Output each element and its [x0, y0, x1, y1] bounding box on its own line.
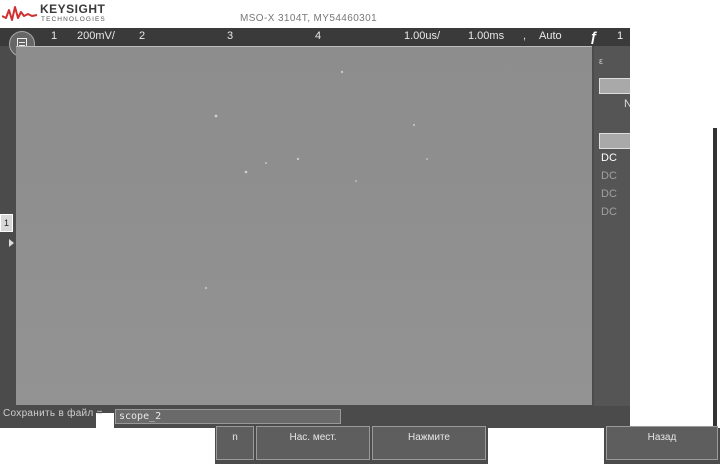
ch1-coupling[interactable]: DC: [601, 152, 617, 164]
delay[interactable]: 1.00ms: [468, 30, 504, 42]
timebase[interactable]: 1.00us/: [404, 30, 440, 42]
blank-area-bottom-left: [0, 428, 215, 464]
ch3-coupling[interactable]: DC: [601, 188, 617, 200]
keysight-wave-icon: [2, 6, 38, 21]
instrument-model: MSO-X 3104T, MY54460301: [240, 13, 378, 24]
trigger-level-marker[interactable]: [9, 239, 14, 247]
softkey-2[interactable]: Нас. мест.: [256, 426, 370, 460]
trigger-edge-icon[interactable]: ƒ: [590, 28, 598, 44]
blank-area-bottom-mid: [488, 428, 604, 464]
trigger-mode[interactable]: Auto: [539, 30, 562, 42]
ch3-label[interactable]: 3: [227, 30, 233, 42]
brand-subtitle: TECHNOLOGIES: [41, 16, 106, 23]
waveform-display[interactable]: [16, 46, 592, 405]
ch1-label[interactable]: 1: [51, 30, 57, 42]
status-sep: ,: [523, 30, 527, 42]
softkey-4[interactable]: Назад: [606, 426, 718, 460]
brand-name: KEYSIGHT: [40, 2, 106, 16]
blank-area-right: [630, 28, 720, 428]
ch1-ground-marker[interactable]: 1: [0, 214, 13, 232]
ch2-coupling[interactable]: DC: [601, 170, 617, 182]
softkey-1[interactable]: n: [216, 426, 254, 460]
panel-indicator: ε: [599, 56, 604, 66]
ch2-label[interactable]: 2: [139, 30, 145, 42]
softkey-3[interactable]: Нажмите: [372, 426, 486, 460]
ch4-coupling[interactable]: DC: [601, 206, 617, 218]
trigger-channel[interactable]: 1: [617, 30, 623, 42]
ch4-label[interactable]: 4: [315, 30, 321, 42]
ch1-scale[interactable]: 200mV/: [77, 30, 115, 42]
noise-speckle: [204, 70, 428, 290]
right-edge-strip: [713, 128, 717, 428]
save-filename-label: Сохранить в файл =: [3, 408, 103, 419]
brand-logo: KEYSIGHT TECHNOLOGIES: [2, 1, 142, 27]
filename-input[interactable]: scope_2: [115, 409, 341, 424]
panel-button-2[interactable]: [599, 133, 631, 149]
panel-button-1[interactable]: [599, 78, 631, 94]
status-bar: 1 200mV/ 2 3 4 1.00us/ 1.00ms , Auto: [0, 28, 630, 46]
